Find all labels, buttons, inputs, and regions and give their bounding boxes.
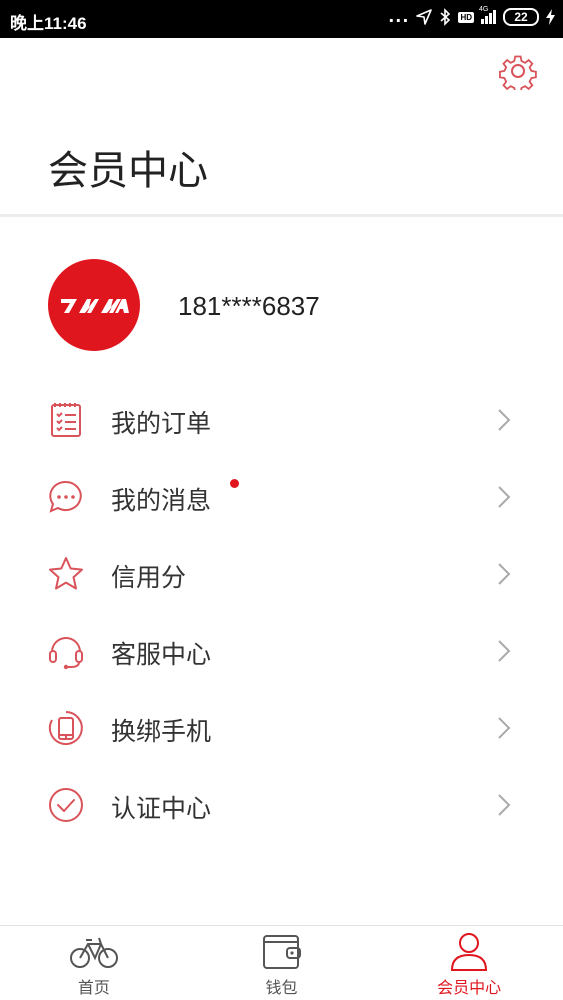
header-divider — [0, 214, 563, 217]
location-icon — [416, 9, 433, 25]
user-phone: 181****6837 — [178, 291, 320, 321]
chevron-right-icon — [498, 640, 511, 662]
menu-label-orders: 我的订单 — [111, 409, 212, 438]
status-icons: ... HD 4G 22 — [388, 6, 555, 26]
tab-home[interactable]: 首页 — [0, 926, 188, 1000]
hd-badge: HD — [458, 11, 474, 23]
menu-item-messages[interactable]: 我的消息 — [0, 459, 563, 536]
menu-item-credit-score[interactable]: 信用分 — [0, 536, 563, 613]
gear-icon — [499, 55, 537, 94]
member-menu: 我的订单 我的消息 信用分 客服中心 换绑手机 认证中心 — [0, 382, 563, 844]
chevron-right-icon — [498, 717, 511, 739]
chevron-right-icon — [498, 794, 511, 816]
tab-wallet[interactable]: 钱包 — [188, 926, 376, 1000]
menu-label-change-phone: 换绑手机 — [111, 717, 212, 746]
bottom-tab-bar: 首页 钱包 会员中心 — [0, 925, 563, 1000]
page-title: 会员中心 — [48, 148, 208, 194]
headset-icon — [49, 637, 83, 670]
wallet-icon — [262, 935, 301, 969]
bicycle-icon — [69, 937, 118, 968]
tab-label-home: 首页 — [77, 978, 110, 997]
check-circle-icon — [49, 788, 83, 822]
tab-label-wallet: 钱包 — [265, 978, 298, 997]
charging-icon — [546, 9, 555, 25]
battery-level: 22 — [514, 10, 528, 24]
chevron-right-icon — [498, 563, 511, 585]
more-dots: ... — [388, 7, 410, 26]
phone-icon — [48, 711, 83, 745]
menu-label-messages: 我的消息 — [111, 486, 212, 515]
status-bar: 晚上11:46 ... HD 4G 22 — [0, 0, 563, 38]
signal-icon: 4G — [479, 6, 496, 24]
battery-icon: 22 — [503, 8, 539, 26]
unread-message-badge — [230, 479, 239, 488]
order-list-icon — [51, 403, 81, 437]
user-icon — [451, 933, 488, 971]
chevron-right-icon — [498, 409, 511, 431]
menu-item-customer-service[interactable]: 客服中心 — [0, 613, 563, 690]
menu-label-verification: 认证中心 — [111, 794, 212, 823]
tab-label-member-center: 会员中心 — [437, 978, 502, 997]
bluetooth-icon — [440, 8, 451, 26]
menu-item-orders[interactable]: 我的订单 — [0, 382, 563, 459]
message-bubble-icon — [49, 480, 82, 513]
brand-logo — [61, 299, 129, 313]
tab-member-center[interactable]: 会员中心 — [375, 926, 563, 1000]
settings-button[interactable] — [499, 52, 537, 94]
star-icon — [49, 557, 83, 590]
network-type: 4G — [479, 6, 489, 13]
status-time: 晚上11:46 — [10, 14, 87, 33]
menu-label-customer-service: 客服中心 — [111, 640, 212, 669]
chevron-right-icon — [498, 486, 511, 508]
menu-item-verification[interactable]: 认证中心 — [0, 767, 563, 844]
menu-label-credit-score: 信用分 — [111, 563, 187, 592]
menu-item-change-phone[interactable]: 换绑手机 — [0, 690, 563, 767]
avatar[interactable] — [48, 259, 140, 351]
